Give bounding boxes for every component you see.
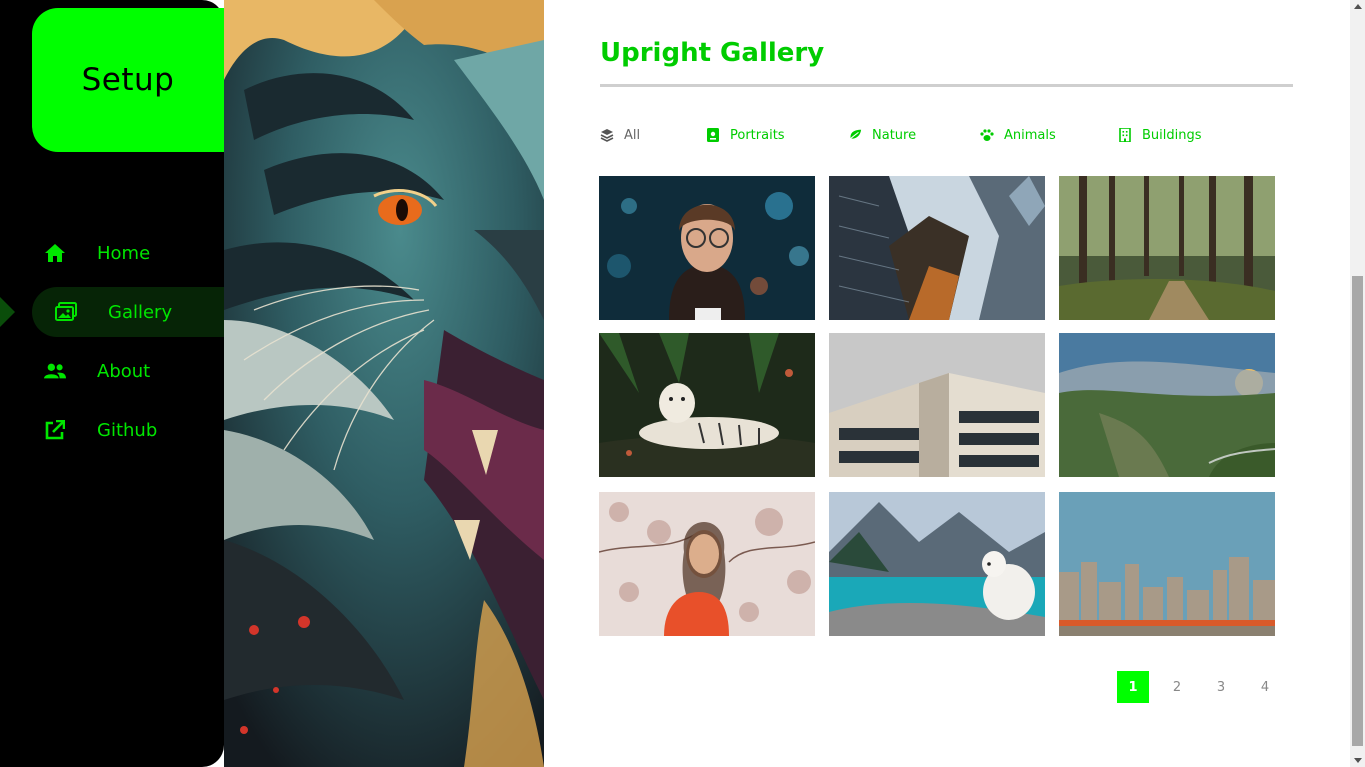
- filter-bar: All Portraits Nature Animals Buildings: [600, 124, 1300, 146]
- building-icon: [1118, 128, 1132, 142]
- photo-woman-cherry-blossom[interactable]: [599, 492, 815, 636]
- filter-label: Nature: [872, 127, 917, 143]
- sidebar-nav: Home Gallery About Github: [0, 228, 224, 464]
- scrollbar-thumb[interactable]: [1352, 276, 1363, 746]
- pagination: 1 2 3 4: [1117, 671, 1297, 703]
- filter-label: All: [624, 127, 641, 143]
- sidebar-item-label: Github: [97, 419, 158, 441]
- photo-forest-path[interactable]: [1059, 176, 1275, 320]
- app-root: Setup Home Gallery About Github Upright …: [0, 0, 1365, 767]
- page-4-button[interactable]: 4: [1249, 671, 1281, 703]
- page-1-button[interactable]: 1: [1117, 671, 1149, 703]
- paw-icon: [980, 128, 994, 142]
- sidebar-item-label: Home: [97, 242, 151, 264]
- sidebar: Setup Home Gallery About Github: [0, 0, 224, 767]
- page-scrollbar[interactable]: [1350, 0, 1365, 767]
- filter-label: Buildings: [1142, 127, 1202, 143]
- gallery-section: Upright Gallery All Portraits Nature Ani…: [544, 0, 1350, 767]
- external-link-icon: [44, 419, 66, 441]
- leaf-icon: [848, 128, 862, 142]
- title-divider: [600, 84, 1293, 87]
- brand-title: Setup: [81, 62, 175, 98]
- sidebar-item-about[interactable]: About: [0, 346, 224, 396]
- filter-buildings[interactable]: Buildings: [1118, 124, 1202, 146]
- users-icon: [44, 360, 66, 382]
- sidebar-item-gallery[interactable]: Gallery: [0, 287, 224, 337]
- photo-modern-building[interactable]: [829, 333, 1045, 477]
- scroll-down-arrow-icon[interactable]: [1354, 758, 1362, 763]
- sidebar-item-home[interactable]: Home: [0, 228, 224, 278]
- layers-icon: [600, 128, 614, 142]
- page-title: Upright Gallery: [600, 38, 825, 68]
- home-icon: [44, 242, 66, 264]
- photo-portrait-woman-glasses[interactable]: [599, 176, 815, 320]
- sidebar-item-label: About: [97, 360, 151, 382]
- scroll-up-arrow-icon[interactable]: [1354, 4, 1362, 9]
- page-3-button[interactable]: 3: [1205, 671, 1237, 703]
- sidebar-item-github[interactable]: Github: [0, 405, 224, 455]
- filter-label: Animals: [1004, 127, 1056, 143]
- photo-dog-by-lake[interactable]: [829, 492, 1045, 636]
- page-2-button[interactable]: 2: [1161, 671, 1193, 703]
- hero-tiger-artwork: [224, 0, 544, 767]
- images-icon: [55, 301, 77, 323]
- filter-portraits[interactable]: Portraits: [706, 124, 785, 146]
- filter-all[interactable]: All: [600, 124, 640, 146]
- photo-white-tiger[interactable]: [599, 333, 815, 477]
- photo-mountain-valley-sunset[interactable]: [1059, 333, 1275, 477]
- brand-logo[interactable]: Setup: [32, 8, 224, 152]
- portrait-icon: [706, 128, 720, 142]
- photo-city-skyline[interactable]: [1059, 492, 1275, 636]
- filter-nature[interactable]: Nature: [848, 124, 916, 146]
- active-indicator: [0, 297, 15, 327]
- filter-animals[interactable]: Animals: [980, 124, 1056, 146]
- filter-label: Portraits: [730, 127, 785, 143]
- photo-skyscrapers-looking-up[interactable]: [829, 176, 1045, 320]
- sidebar-item-label: Gallery: [108, 301, 173, 323]
